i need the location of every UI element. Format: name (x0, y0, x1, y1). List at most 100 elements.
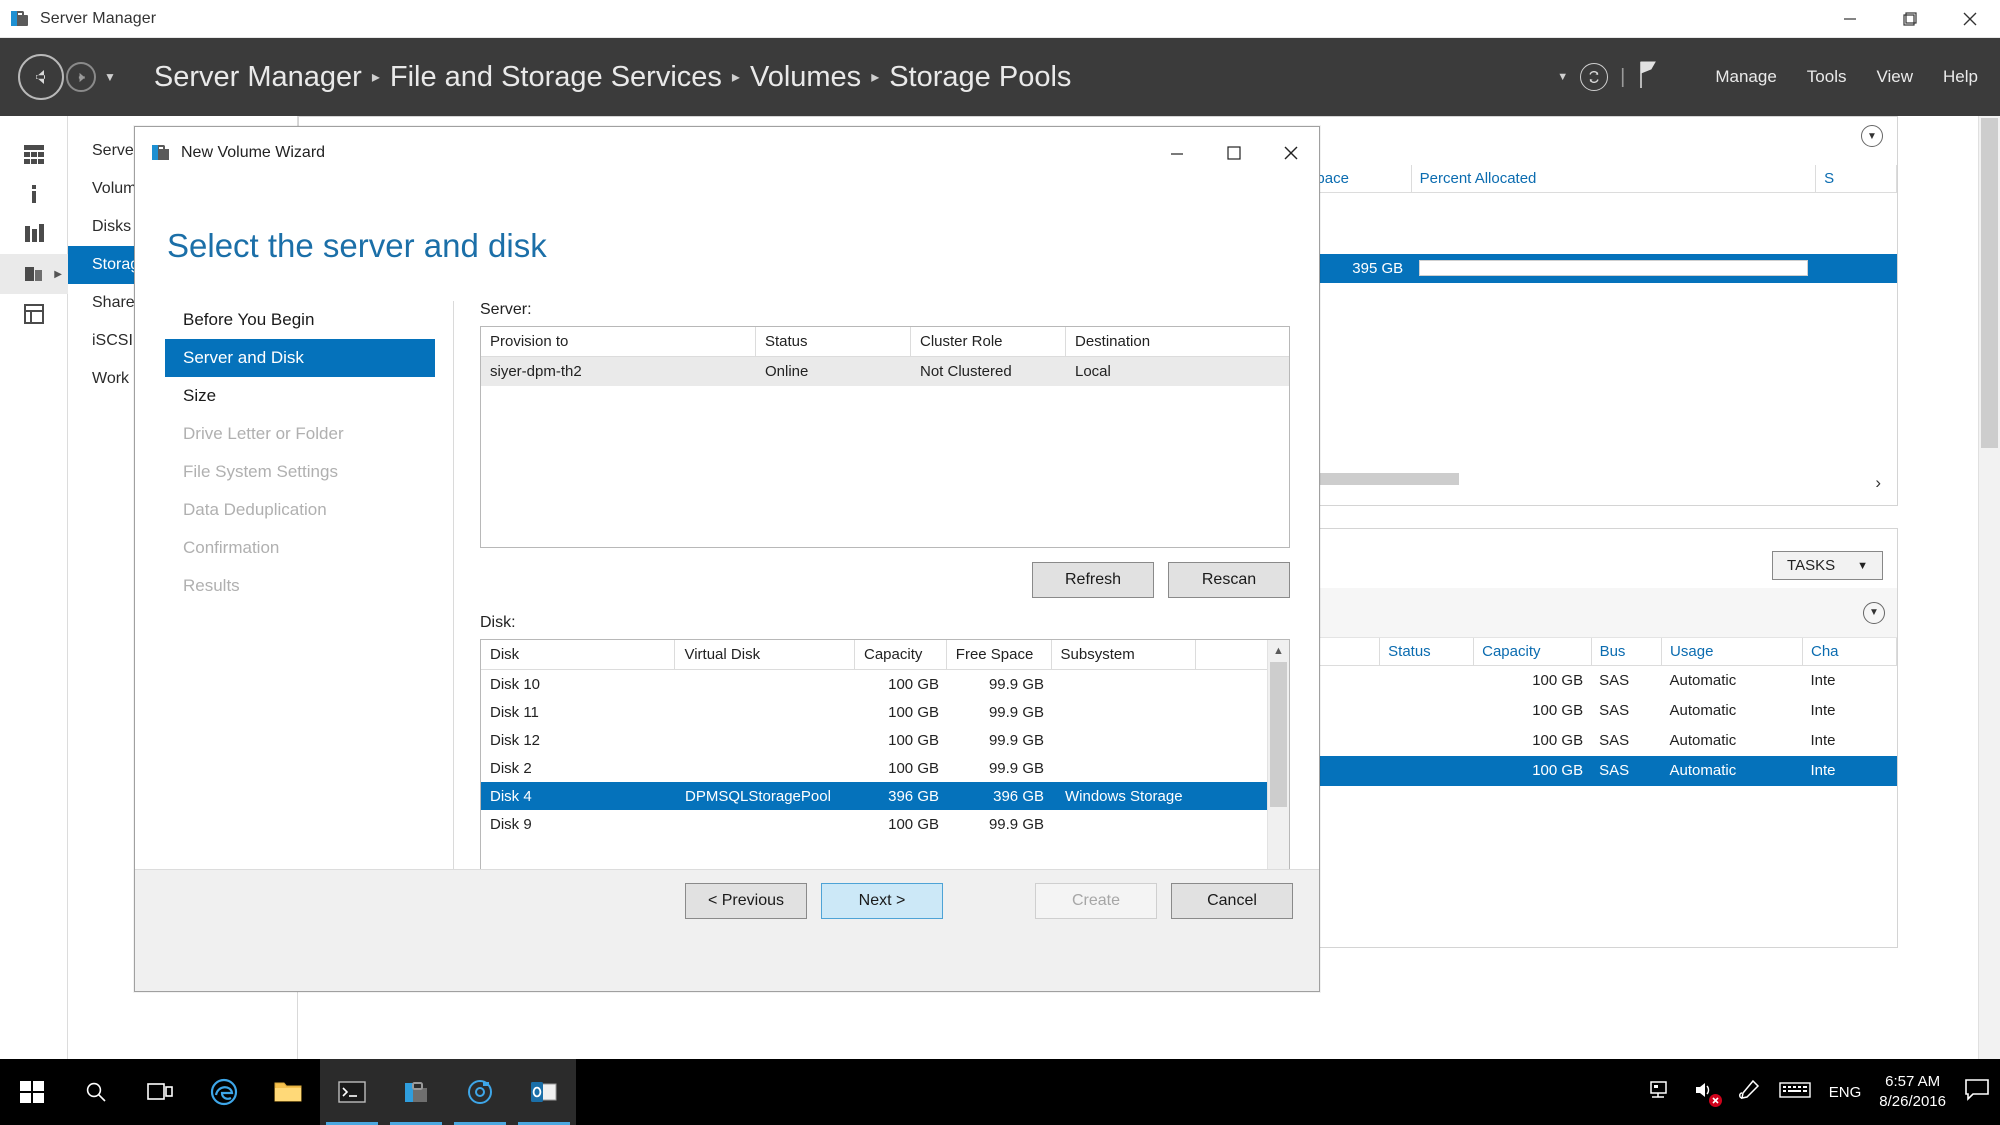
cell-status (1380, 726, 1474, 756)
breadcrumb-item-0[interactable]: Server Manager (154, 61, 362, 94)
taskbar-app-backup[interactable] (448, 1059, 512, 1125)
search-icon[interactable] (64, 1059, 128, 1125)
menu-tools[interactable]: Tools (1807, 67, 1847, 87)
chevron-up-icon[interactable]: ▲ (1268, 640, 1289, 662)
menu-view[interactable]: View (1876, 67, 1913, 87)
chevron-down-icon[interactable]: ▼ (104, 70, 116, 84)
language-indicator[interactable]: ENG (1829, 1084, 1862, 1101)
breadcrumb-item-1[interactable]: File and Storage Services (390, 61, 722, 94)
sidebar-item-all-servers[interactable] (0, 214, 68, 254)
column-header-status[interactable]: S (1815, 165, 1897, 193)
breadcrumb-item-3[interactable]: Storage Pools (889, 61, 1071, 94)
clock-date: 8/26/2016 (1879, 1093, 1946, 1110)
disk-row[interactable]: Disk 2 100 GB 99.9 GB (481, 754, 1289, 782)
cell-bus: SAS (1599, 672, 1630, 690)
wizard-step-before-you-begin[interactable]: Before You Begin (165, 301, 435, 339)
network-icon[interactable] (1649, 1079, 1675, 1106)
taskbar-app-outlook[interactable] (512, 1059, 576, 1125)
cell-status (1380, 696, 1474, 726)
navigation-arrows: ▼ (18, 54, 116, 100)
disk-row[interactable]: Disk 9 100 GB 99.9 GB (481, 810, 1289, 838)
chevron-right-icon[interactable]: ▶ (54, 269, 62, 280)
storage-pools-collapse-icon[interactable]: ▼ (1861, 125, 1883, 147)
taskbar-app-server-manager[interactable] (384, 1059, 448, 1125)
cell-disk: Disk 12 (490, 732, 541, 749)
column-header-capacity[interactable]: Capacity (855, 640, 947, 669)
sidebar-item-other-roles[interactable] (0, 294, 68, 334)
taskbar-app-file-explorer[interactable] (256, 1059, 320, 1125)
column-header-disk[interactable]: Disk (481, 640, 676, 669)
column-header-capacity[interactable]: Capacity (1473, 638, 1592, 666)
volume-muted-icon[interactable] (1693, 1079, 1722, 1107)
cell-percent-allocated (1411, 225, 1815, 254)
minimize-icon[interactable] (1148, 127, 1205, 179)
column-header-free-space[interactable]: Free Space (947, 640, 1052, 669)
pen-icon[interactable] (1737, 1078, 1761, 1107)
breadcrumb-item-2[interactable]: Volumes (750, 61, 861, 94)
chevron-right-icon[interactable]: › (1875, 473, 1881, 493)
cell-usage: Automatic (1661, 755, 1803, 786)
wizard-step-size[interactable]: Size (165, 377, 435, 415)
back-arrow-icon[interactable] (18, 54, 64, 100)
column-header-percent-allocated[interactable]: Percent Allocated (1411, 165, 1817, 193)
cell-bus: SAS (1599, 732, 1630, 749)
column-header-status[interactable]: Status (756, 327, 911, 356)
close-icon[interactable] (1262, 127, 1319, 179)
previous-button[interactable]: < Previous (685, 882, 807, 919)
forward-arrow-icon[interactable] (66, 62, 96, 92)
column-header-cluster-role[interactable]: Cluster Role (911, 327, 1066, 356)
server-section-label: Server: (480, 301, 532, 318)
column-header-virtual-disk[interactable]: Virtual Disk (675, 640, 855, 669)
task-view-icon[interactable] (128, 1059, 192, 1125)
keyboard-icon[interactable] (1779, 1080, 1811, 1105)
column-header-status[interactable]: Status (1379, 638, 1475, 666)
next-button[interactable]: Next > (821, 882, 943, 919)
column-header-bus[interactable]: Bus (1591, 638, 1663, 666)
tasks-button[interactable]: TASKS ▼ (1772, 551, 1883, 580)
disk-listbox[interactable]: Disk Virtual Disk Capacity Free Space Su… (480, 639, 1290, 892)
disk-list-scrollbar[interactable]: ▲ ▼ (1267, 640, 1289, 891)
scrollbar-thumb[interactable] (1270, 662, 1287, 807)
disk-row[interactable]: Disk 4 DPMSQLStoragePool 396 GB 396 GB W… (481, 782, 1289, 810)
flag-icon[interactable] (1637, 60, 1659, 95)
column-header-blank[interactable] (1196, 640, 1267, 669)
menu-manage[interactable]: Manage (1715, 67, 1776, 87)
wizard-step-server-and-disk[interactable]: Server and Disk (165, 339, 435, 377)
column-header-destination[interactable]: Destination (1066, 327, 1289, 356)
cell-percent-allocated (1411, 253, 1816, 283)
menu-help[interactable]: Help (1943, 67, 1978, 87)
column-header-chassis[interactable]: Cha (1802, 638, 1897, 666)
action-center-icon[interactable] (1964, 1078, 1990, 1107)
column-header-subsystem[interactable]: Subsystem (1052, 640, 1197, 669)
cell-destination: Local (1075, 363, 1111, 380)
disk-row[interactable]: Disk 11 100 GB 99.9 GB (481, 698, 1289, 726)
chevron-down-icon[interactable]: ▼ (1557, 71, 1568, 83)
rescan-button[interactable]: Rescan (1168, 562, 1290, 598)
minimize-icon[interactable] (1820, 0, 1880, 38)
taskbar-app-edge[interactable] (192, 1059, 256, 1125)
maximize-icon[interactable] (1205, 127, 1262, 179)
virtual-disks-collapse-icon[interactable]: ▼ (1863, 601, 1885, 624)
dialog-window-controls (1148, 127, 1319, 179)
disk-row[interactable]: Disk 12 100 GB 99.9 GB (481, 726, 1289, 754)
sidebar-item-file-storage-services[interactable]: ▶ (0, 254, 68, 294)
cell-cluster-role: Not Clustered (920, 363, 1012, 380)
refresh-button[interactable]: Refresh (1032, 562, 1154, 598)
windows-start-icon[interactable] (0, 1059, 64, 1125)
scrollbar-thumb[interactable] (1981, 118, 1998, 448)
server-row[interactable]: siyer-dpm-th2 Online Not Clustered Local (481, 357, 1289, 386)
server-listbox[interactable]: Provision to Status Cluster Role Destina… (480, 326, 1290, 548)
sidebar-item-dashboard[interactable] (0, 134, 68, 174)
disk-row[interactable]: Disk 10 100 GB 99.9 GB (481, 670, 1289, 698)
sidebar-item-local-server[interactable] (0, 174, 68, 214)
cancel-button[interactable]: Cancel (1171, 882, 1293, 919)
restore-icon[interactable] (1880, 0, 1940, 38)
close-icon[interactable] (1940, 0, 2000, 38)
column-header-provision-to[interactable]: Provision to (481, 327, 756, 356)
column-header-usage[interactable]: Usage (1661, 638, 1803, 666)
clock[interactable]: 6:57 AM 8/26/2016 (1879, 1072, 1946, 1113)
refresh-icon[interactable] (1580, 63, 1609, 91)
header-actions: ▼ | Manage Tools View Help (1557, 60, 2000, 95)
content-vertical-scrollbar[interactable] (1978, 116, 2000, 1059)
taskbar-app-command-prompt[interactable] (320, 1059, 384, 1125)
